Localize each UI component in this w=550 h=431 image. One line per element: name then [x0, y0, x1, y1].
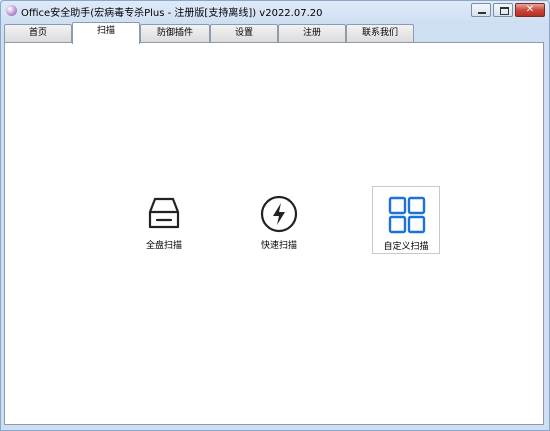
minimize-button[interactable] — [471, 3, 491, 17]
tab-scan[interactable]: 扫描 — [72, 22, 140, 44]
tab-defense-plugins[interactable]: 防御插件 — [140, 24, 210, 42]
tab-home[interactable]: 首页 — [4, 24, 72, 42]
app-icon — [6, 5, 17, 16]
full-scan-button[interactable]: 全盘扫描 — [130, 186, 198, 254]
full-scan-label: 全盘扫描 — [145, 241, 182, 251]
grid-icon — [388, 196, 426, 234]
window-title: Office安全助手(宏病毒专杀Plus - 注册版[支持离线]) v2022.… — [21, 8, 323, 19]
window-controls: ✕ — [471, 3, 545, 17]
tab-settings[interactable]: 设置 — [210, 24, 278, 42]
lightning-icon — [260, 195, 298, 233]
tab-strip: 首页 扫描 防御插件 设置 注册 联系我们 — [4, 22, 546, 44]
tab-register[interactable]: 注册 — [278, 24, 346, 42]
custom-scan-button[interactable]: 自定义扫描 — [372, 186, 440, 254]
maximize-icon — [500, 7, 509, 15]
drive-icon — [148, 197, 180, 229]
quick-scan-button[interactable]: 快速扫描 — [245, 186, 313, 254]
main-window: Office安全助手(宏病毒专杀Plus - 注册版[支持离线]) v2022.… — [0, 0, 550, 431]
scan-panel: 全盘扫描 快速扫描 自定义扫描 — [4, 42, 544, 425]
title-bar[interactable]: Office安全助手(宏病毒专杀Plus - 注册版[支持离线]) v2022.… — [1, 1, 549, 21]
minimize-icon — [478, 12, 486, 14]
close-button[interactable]: ✕ — [515, 3, 545, 17]
tab-contact-us[interactable]: 联系我们 — [346, 24, 414, 42]
quick-scan-label: 快速扫描 — [260, 241, 297, 251]
close-icon: ✕ — [525, 4, 535, 15]
maximize-button[interactable] — [493, 3, 513, 17]
custom-scan-label: 自定义扫描 — [383, 242, 429, 252]
